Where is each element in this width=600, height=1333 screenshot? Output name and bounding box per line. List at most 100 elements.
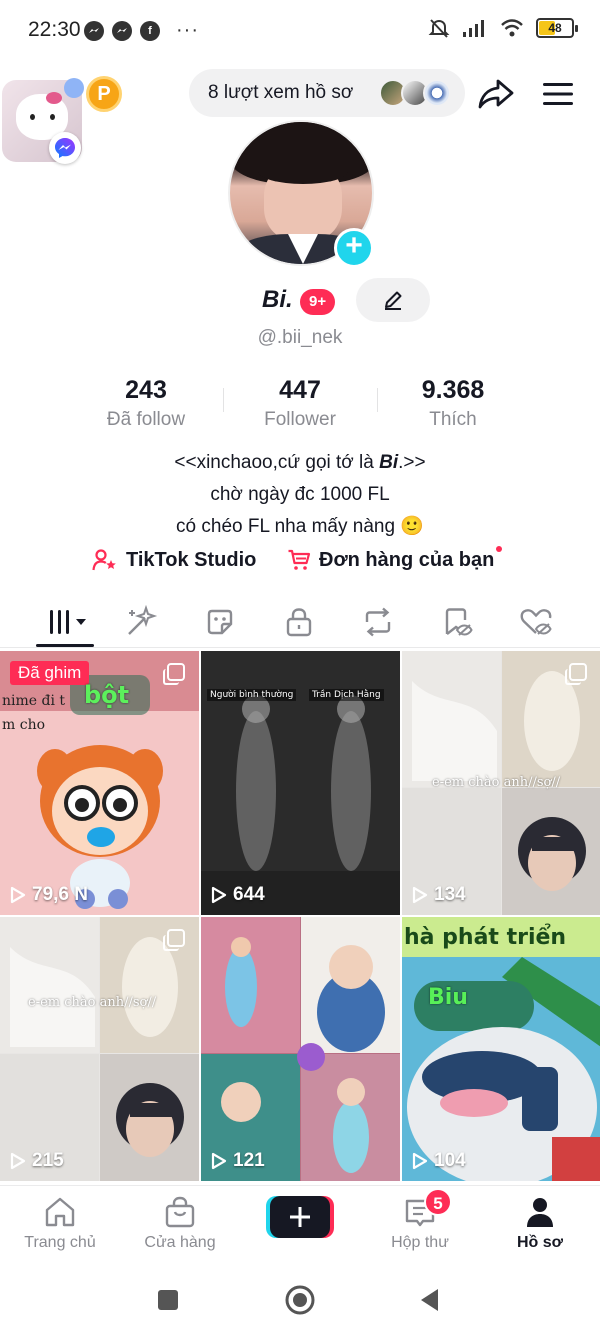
stat-divider	[223, 388, 224, 412]
sticker-eye	[50, 114, 55, 120]
heart-hidden-icon	[520, 609, 552, 635]
status-time: 22:30	[28, 18, 81, 41]
lock-icon	[286, 608, 312, 637]
pencil-icon	[385, 291, 402, 310]
video-tile[interactable]: Người bình thường Trần Dịch Hằng 644	[201, 651, 400, 915]
multi-photo-icon	[163, 663, 185, 685]
recents-button[interactable]	[150, 1282, 186, 1318]
orders-notification-dot	[496, 546, 503, 552]
video-thumbnail	[201, 917, 400, 1181]
more-notifications-icon: ···	[176, 19, 199, 41]
tab-videos[interactable]	[42, 602, 94, 642]
person-icon	[480, 1194, 600, 1230]
stat-following[interactable]: 243 Đã follow	[71, 376, 221, 431]
coins-button[interactable]: P	[86, 76, 122, 112]
status-system-icons: 48	[428, 17, 578, 39]
create-button[interactable]	[266, 1196, 334, 1238]
share-button[interactable]	[476, 74, 516, 114]
video-overlay-text: m cho	[2, 717, 46, 733]
sticker-bow	[46, 92, 62, 104]
share-arrow-icon	[478, 79, 514, 109]
nav-home[interactable]: Trang chủ	[0, 1194, 120, 1252]
battery-indicator: 48	[536, 18, 578, 38]
cart-icon	[288, 549, 311, 570]
home-system-button[interactable]	[282, 1282, 318, 1318]
sticker-eye	[30, 114, 35, 120]
view-count: 134	[412, 884, 466, 906]
video-tile[interactable]: hà phát triển Biu 104	[402, 917, 600, 1181]
home-icon	[0, 1194, 120, 1230]
grid-icon	[50, 610, 86, 634]
video-overlay-text: e-em chào anh//sợ//	[28, 995, 157, 1010]
display-name: Bi.	[262, 286, 293, 313]
orders-label: Đơn hàng của bạn	[319, 548, 495, 571]
play-icon	[10, 886, 26, 904]
video-tile[interactable]: Đã ghim nime đi t m cho bột 79,6 N	[0, 651, 199, 915]
silent-bell-icon	[428, 19, 450, 38]
back-triangle-icon	[421, 1289, 438, 1311]
profile-name-row: Bi. 9+	[0, 278, 600, 322]
profile-stats: 243 Đã follow 447 Follower 9.368 Thích	[0, 376, 600, 436]
viewer-avatars	[379, 79, 451, 107]
play-icon	[412, 1152, 428, 1170]
tab-favorites-hidden[interactable]	[434, 602, 480, 642]
status-notification-icons: f ···	[84, 19, 199, 42]
nav-home-label: Trang chủ	[24, 1234, 96, 1251]
facebook-icon: f	[140, 20, 160, 41]
edit-profile-button[interactable]	[356, 278, 430, 322]
video-overlay-text: Biu	[428, 985, 468, 1010]
signal-icon	[463, 20, 484, 37]
tab-effects[interactable]	[118, 602, 164, 642]
coin-label: P	[97, 82, 111, 105]
nav-inbox[interactable]: Hộp thư 5	[360, 1188, 480, 1252]
video-thumbnail	[402, 917, 600, 1181]
tab-private[interactable]	[276, 602, 322, 642]
video-overlay-text: hà phát triển	[404, 925, 567, 950]
video-tile[interactable]: e-em chào anh//sợ// 215	[0, 917, 199, 1181]
stat-label: Thích	[429, 409, 477, 430]
video-tile[interactable]: 121	[201, 917, 400, 1181]
stat-value: 447	[279, 376, 321, 404]
avatar-fringe	[258, 158, 348, 184]
stat-likes[interactable]: 9.368 Thích	[378, 376, 528, 431]
tiktok-studio-link[interactable]: TikTok Studio	[92, 544, 256, 576]
tab-stickers[interactable]	[197, 602, 243, 642]
nav-shop[interactable]: Cửa hàng	[120, 1194, 240, 1252]
notification-badge[interactable]: 9+	[300, 289, 336, 315]
wifi-icon	[501, 19, 523, 37]
view-count: 121	[211, 1150, 265, 1172]
repost-icon	[365, 607, 391, 637]
circle-icon	[285, 1285, 315, 1315]
view-count-value: 134	[434, 884, 466, 905]
view-count: 215	[10, 1150, 64, 1172]
bottom-navigation: Trang chủ Cửa hàng Hộp thư 5 Hồ sơ	[0, 1185, 600, 1265]
view-count: 644	[211, 884, 265, 906]
sticker-icon	[207, 609, 233, 635]
view-count-value: 79,6 N	[32, 884, 88, 905]
back-button[interactable]	[412, 1282, 448, 1318]
tab-liked-hidden[interactable]	[513, 602, 559, 642]
tab-reposts[interactable]	[355, 602, 401, 642]
bio-line-3: có chéo FL nha mấy nàng 🙂	[176, 516, 424, 537]
menu-button[interactable]	[538, 74, 578, 114]
viewer-avatar	[423, 79, 451, 107]
stat-followers[interactable]: 447 Follower	[225, 376, 375, 431]
video-overlay-text: e-em chào anh//sợ//	[432, 775, 561, 790]
bookmark-hidden-icon	[445, 608, 473, 636]
bio-line-1-suffix: .>>	[398, 452, 426, 473]
profile-views-button[interactable]: 8 lượt xem hồ sơ	[189, 69, 465, 117]
add-story-button[interactable]: +	[334, 228, 374, 268]
stat-value: 9.368	[421, 376, 485, 404]
orders-link[interactable]: Đơn hàng của bạn	[287, 544, 503, 576]
hamburger-menu-icon	[543, 83, 573, 105]
magic-wand-icon	[128, 605, 158, 635]
profile-tabs	[0, 596, 600, 648]
view-count: 79,6 N	[10, 884, 88, 906]
active-tab-indicator	[36, 644, 94, 647]
battery-level: 48	[548, 21, 562, 35]
nav-profile[interactable]: Hồ sơ	[480, 1194, 600, 1252]
video-overlay-text: Người bình thường	[207, 689, 297, 701]
video-tile[interactable]: e-em chào anh//sợ// 134	[402, 651, 600, 915]
view-count-value: 215	[32, 1150, 64, 1171]
profile-links: TikTok Studio Đơn hàng của bạn	[0, 544, 600, 576]
